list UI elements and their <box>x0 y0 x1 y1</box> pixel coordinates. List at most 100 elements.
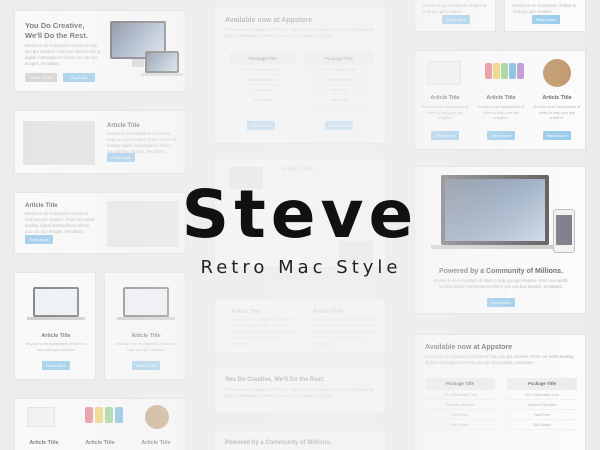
article-title: Article Title <box>107 123 140 129</box>
appstore-title: Available now at Appstore <box>425 344 512 351</box>
read-more-button[interactable]: Read more <box>532 15 560 24</box>
creative-wide-card: You Do Creative, We'll Do the Rest. Enva… <box>214 366 386 414</box>
laptop-base <box>27 317 85 320</box>
appstore-text: Envato is an ecosystem of sites to help … <box>225 27 374 38</box>
package-row: Dial Button <box>229 95 297 105</box>
package-row: Keynote Stickers <box>305 75 373 85</box>
read-more-button[interactable]: Read more <box>42 361 70 370</box>
package-table-1: Package Title OS X Mountain Lion Keynote… <box>229 53 297 105</box>
lion-image <box>145 405 169 429</box>
hero-title: Steve <box>181 176 419 253</box>
article-title: Article Title <box>41 333 71 339</box>
package-head: Package Title <box>305 53 373 65</box>
package-table-2: Package Title OS X Mountain Lion Keynote… <box>507 378 577 430</box>
appstore-card-mid: Available now at Appstore Envato is an e… <box>214 6 386 144</box>
ipod-icon <box>105 407 113 423</box>
article-card-laptop-1: Article Title Envato is an ecosystem of … <box>14 272 96 380</box>
package-head: Package Title <box>229 53 297 65</box>
article-title: Article Title <box>313 309 343 315</box>
buy-now-button[interactable]: Buy Now <box>63 73 95 82</box>
package-head: Package Title <box>507 378 577 390</box>
ipod-icon <box>493 63 500 79</box>
creative-title-line1: You Do Creative, <box>25 21 85 30</box>
products-card-bottom: Article Title Article Title Article Titl… <box>14 398 186 450</box>
short-text: Envato is an ecosystem of sites to help … <box>423 3 487 14</box>
article-title: Article Title <box>430 95 460 101</box>
read-more-button[interactable]: Read more <box>325 121 353 130</box>
community-card-mid: Powered by a Community of Millions. <box>214 430 386 450</box>
ipod-icon <box>509 63 516 79</box>
article-title: Article Title <box>141 440 171 446</box>
article-card-gadgets: Article Title Envato is an ecosystem of … <box>14 110 186 174</box>
package-row: Keynote Stickers <box>507 400 577 410</box>
package-row: FaceTime <box>305 85 373 95</box>
package-row: OS X Mountain Lion <box>425 390 495 400</box>
article-text: Envato is an ecosystem of sites to help … <box>313 317 377 346</box>
article-text: Envato is an ecosystem of sites to help … <box>25 341 87 352</box>
laptop-base <box>117 317 175 320</box>
article-title: Article Title <box>542 95 572 101</box>
macbook-base <box>141 73 183 76</box>
more-detail-button[interactable]: More detail <box>25 73 57 82</box>
read-more-button[interactable]: Read more <box>442 15 470 24</box>
ipod-icon <box>95 407 103 423</box>
ipod-icon <box>517 63 524 79</box>
article-text: Envato is an ecosystem of sites to help … <box>115 341 177 352</box>
ipod-icon <box>501 63 508 79</box>
package-row: FaceTime <box>229 85 297 95</box>
community-text: Envato is an ecosystem of sites to help … <box>433 278 569 289</box>
article-title: Article Title <box>29 440 59 446</box>
package-table-1: Package Title OS X Mountain Lion Keynote… <box>425 378 495 430</box>
read-more-button[interactable]: Read more <box>431 131 459 140</box>
top-right-card-b: Envato is an ecosystem of sites to help … <box>504 0 586 32</box>
cable-image <box>27 407 55 427</box>
creative-text: Envato is an ecosystem of sites to help … <box>25 43 100 66</box>
package-head: Package Title <box>425 378 495 390</box>
read-more-button[interactable]: Read more <box>132 361 160 370</box>
article-title: Article Title <box>281 167 314 173</box>
read-more-button[interactable]: Read more <box>487 298 515 307</box>
ipod-icon <box>485 63 492 79</box>
creative-title-line2: We'll Do the Rest. <box>25 31 88 40</box>
read-more-button[interactable]: Read more <box>107 153 135 162</box>
gadgets-image <box>23 121 95 165</box>
hero-subtitle: Retro Mac Style <box>200 257 402 278</box>
read-more-button[interactable]: Read more <box>543 131 571 140</box>
package-table-2: Package Title OS X Mountain Lion Keynote… <box>305 53 373 105</box>
article-title: Article Title <box>231 309 261 315</box>
article-card-laptop-2: Article Title Envato is an ecosystem of … <box>104 272 186 380</box>
lion-image <box>543 59 571 87</box>
package-row: OS X Mountain Lion <box>507 390 577 400</box>
article-title: Article Title <box>131 333 161 339</box>
creative-card: You Do Creative, We'll Do the Rest. Enva… <box>14 10 186 92</box>
package-row: Keynote Stickers <box>229 75 297 85</box>
appstore-card-right: Available now at Appstore Envato is an e… <box>414 334 586 450</box>
read-more-button[interactable]: Read more <box>247 121 275 130</box>
appstore-text: Envato is an ecosystem of sites to help … <box>425 354 574 365</box>
ipod-icon <box>85 407 93 423</box>
article-text: Envato is an ecosystem of sites to help … <box>533 104 581 120</box>
package-row: Keynote Stickers <box>425 400 495 410</box>
article-text: Envato is an ecosystem of sites to help … <box>107 131 178 154</box>
read-more-button[interactable]: Read more <box>487 131 515 140</box>
article-title: Article Title <box>486 95 516 101</box>
cable-image <box>427 61 461 85</box>
macbook-image <box>145 51 179 73</box>
package-row: OS X Mountain Lion <box>229 65 297 75</box>
short-text: Envato is an ecosystem of sites to help … <box>513 3 577 14</box>
article-text: Envato is an ecosystem of sites to help … <box>477 104 525 120</box>
community-title: Powered by a Community of Millions. <box>225 440 332 446</box>
package-row: Dial Button <box>305 95 373 105</box>
creative-wide-text: Envato is an ecosystem of sites to help … <box>225 387 374 398</box>
features-card-mid: Article Title Article Title Envato is an… <box>214 298 386 354</box>
appstore-title: Available now at Appstore <box>225 17 312 24</box>
package-row: FaceTime <box>425 410 495 420</box>
article-title: Article Title <box>85 440 115 446</box>
laptop-image <box>33 287 79 317</box>
imac-stand <box>132 59 144 67</box>
package-row: OS X Mountain Lion <box>305 65 373 75</box>
article-text: Envato is an ecosystem of sites to help … <box>421 104 469 120</box>
package-row: FaceTime <box>507 410 577 420</box>
creative-wide-title: You Do Creative, We'll Do the Rest. <box>225 377 325 383</box>
products-card-right: Article Title Article Title Article Titl… <box>414 50 586 150</box>
